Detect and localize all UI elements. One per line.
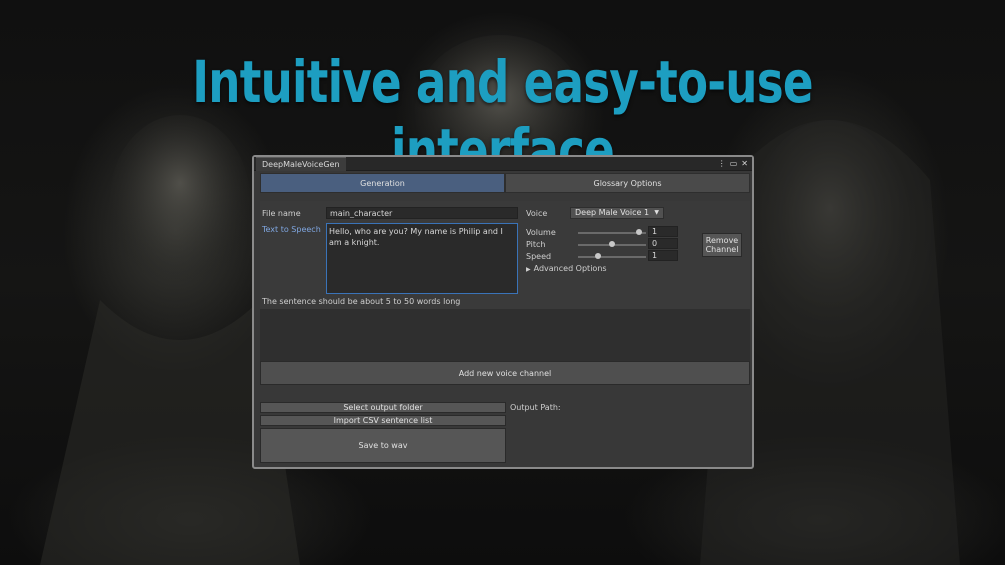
text-to-speech-input[interactable]: Hello, who are you? My name is Philip an… <box>326 223 518 294</box>
tab-generation[interactable]: Generation <box>260 173 505 193</box>
remove-channel-button[interactable]: Remove Channel <box>702 233 742 257</box>
volume-slider-knob[interactable] <box>636 229 643 235</box>
tab-glossary-options[interactable]: Glossary Options <box>505 173 750 193</box>
maximize-icon[interactable]: ▭ <box>730 157 738 171</box>
volume-input[interactable]: 1 <box>648 226 678 237</box>
pitch-input[interactable]: 0 <box>648 238 678 249</box>
close-icon[interactable]: ✕ <box>741 157 748 171</box>
chevron-down-icon: ▼ <box>654 209 659 216</box>
import-csv-button[interactable]: Import CSV sentence list <box>260 415 506 426</box>
window-controls: ⋮ ▭ ✕ <box>718 157 748 171</box>
main-tabs: Generation Glossary Options <box>260 173 750 193</box>
remove-channel-label-line2: Channel <box>705 245 739 254</box>
speed-label: Speed <box>526 252 552 261</box>
pitch-slider-knob[interactable] <box>609 241 615 247</box>
select-output-folder-button[interactable]: Select output folder <box>260 402 506 413</box>
voice-gen-window: DeepMaleVoiceGen ⋮ ▭ ✕ Generation Glossa… <box>252 155 754 469</box>
advanced-options-toggle[interactable]: ▶ Advanced Options <box>526 264 607 273</box>
file-name-input[interactable]: main_character <box>326 207 518 219</box>
output-path-label: Output Path: <box>510 403 561 412</box>
speed-slider-knob[interactable] <box>595 253 602 259</box>
window-title-tab[interactable]: DeepMaleVoiceGen <box>256 157 346 171</box>
volume-label: Volume <box>526 228 556 237</box>
voice-channel-panel: File name main_character Text to Speech … <box>260 201 750 309</box>
channel-list-area <box>260 309 750 361</box>
more-vertical-icon[interactable]: ⋮ <box>718 157 726 171</box>
voice-label: Voice <box>526 209 548 218</box>
voice-select-value: Deep Male Voice 1 <box>575 208 650 217</box>
text-to-speech-label: Text to Speech <box>262 225 321 234</box>
speed-input[interactable]: 1 <box>648 250 678 261</box>
pitch-label: Pitch <box>526 240 546 249</box>
speed-slider[interactable] <box>578 256 646 258</box>
triangle-right-icon: ▶ <box>526 266 531 273</box>
save-to-wav-button[interactable]: Save to wav <box>260 428 506 463</box>
advanced-options-label: Advanced Options <box>533 264 607 273</box>
file-name-label: File name <box>262 209 301 218</box>
sentence-length-hint: The sentence should be about 5 to 50 wor… <box>262 297 461 306</box>
add-voice-channel-button[interactable]: Add new voice channel <box>260 361 750 385</box>
window-titlebar: DeepMaleVoiceGen ⋮ ▭ ✕ <box>254 157 752 171</box>
remove-channel-label-line1: Remove <box>705 236 739 245</box>
voice-select[interactable]: Deep Male Voice 1 ▼ <box>570 207 664 219</box>
